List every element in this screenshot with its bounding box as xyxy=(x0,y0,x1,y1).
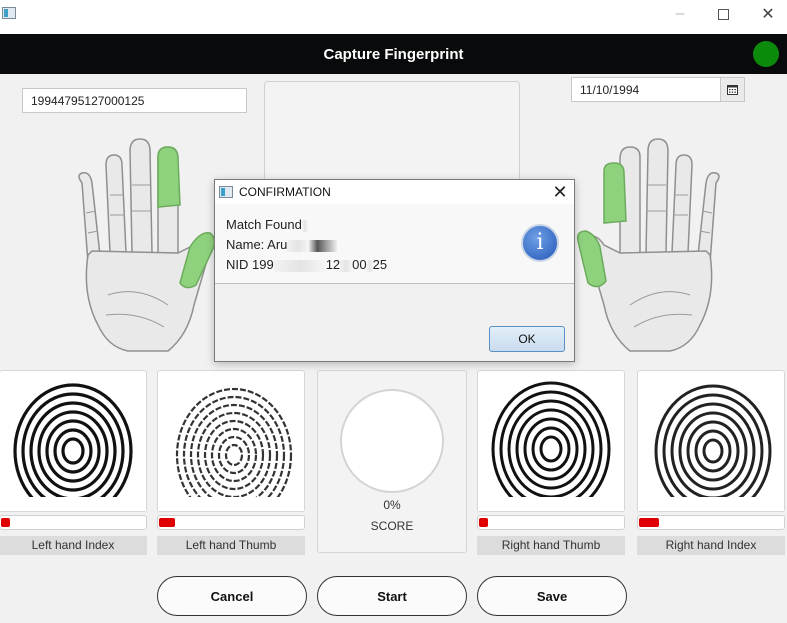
match-message-text: Match Found xyxy=(226,217,302,232)
right-hand-icon xyxy=(576,138,720,352)
score-card: 0% SCORE xyxy=(317,370,467,553)
match-nid-part: 00 xyxy=(352,257,367,272)
redacted-text xyxy=(340,259,353,272)
fingerprint-image xyxy=(158,387,304,523)
match-name: Name: Aru xyxy=(226,237,338,252)
match-message: Match Found xyxy=(226,217,308,232)
save-button[interactable]: Save xyxy=(477,576,627,616)
finger-label-right-index: Right hand Index xyxy=(637,536,785,555)
calendar-icon xyxy=(727,84,738,95)
match-nid-part: 25 xyxy=(372,257,388,272)
fingerprint-card-right-thumb[interactable] xyxy=(477,370,625,517)
score-gauge xyxy=(340,389,444,493)
redacted-text xyxy=(309,239,338,252)
finger-label-left-index: Left hand Index xyxy=(0,536,147,555)
cancel-button[interactable]: Cancel xyxy=(157,576,307,616)
quality-bar-right-thumb xyxy=(477,515,625,530)
quality-fill xyxy=(639,518,659,527)
page-title: Capture Fingerprint xyxy=(323,46,464,63)
quality-bar-right-index xyxy=(637,515,785,530)
window-titlebar: – ✕ xyxy=(0,0,787,34)
quality-fill xyxy=(1,518,10,527)
match-nid-part: 12 xyxy=(325,257,341,272)
calendar-button[interactable] xyxy=(720,77,745,102)
quality-fill xyxy=(479,518,488,527)
finger-label-right-thumb: Right hand Thumb xyxy=(477,536,625,555)
fingerprint-card-left-index[interactable] xyxy=(0,370,147,519)
match-name-text: Name: Aru xyxy=(226,237,288,252)
dialog-titlebar: CONFIRMATION ✕ xyxy=(215,180,574,204)
score-label: SCORE xyxy=(370,519,414,533)
date-field[interactable] xyxy=(571,77,721,102)
redacted-text xyxy=(287,239,310,252)
app-icon xyxy=(219,186,233,198)
confirmation-dialog: CONFIRMATION ✕ Match Found Name: Aru NID… xyxy=(214,179,575,362)
left-hand-icon xyxy=(78,138,216,352)
fingerprint-image xyxy=(638,384,784,518)
device-status-indicator xyxy=(753,41,779,67)
fingerprint-image xyxy=(0,383,146,519)
match-nid: NID 199 12 00 25 xyxy=(226,257,387,272)
quality-bar-left-thumb xyxy=(157,515,305,530)
quality-bar-left-index xyxy=(0,515,147,530)
app-icon xyxy=(2,7,16,19)
maximize-button[interactable] xyxy=(701,2,745,26)
close-window-button[interactable]: ✕ xyxy=(746,2,787,26)
redacted-text xyxy=(273,259,326,272)
ok-button[interactable]: OK xyxy=(489,326,565,352)
fingerprint-card-left-thumb[interactable] xyxy=(157,370,305,523)
dialog-body: Match Found Name: Aru NID 199 12 00 25 i xyxy=(215,204,574,284)
fingerprint-card-right-index[interactable] xyxy=(637,370,785,518)
score-value: 0% xyxy=(383,498,401,512)
minimize-button[interactable]: – xyxy=(658,2,702,26)
info-icon: i xyxy=(521,224,559,262)
fingerprint-image xyxy=(478,381,624,517)
dialog-close-button[interactable]: ✕ xyxy=(549,181,571,203)
start-button[interactable]: Start xyxy=(317,576,467,616)
nid-input[interactable] xyxy=(22,88,247,113)
maximize-icon xyxy=(717,8,729,20)
redacted-text xyxy=(301,219,308,232)
dialog-title: CONFIRMATION xyxy=(239,185,331,199)
app-header: Capture Fingerprint xyxy=(0,34,787,74)
quality-fill xyxy=(159,518,175,527)
finger-label-left-thumb: Left hand Thumb xyxy=(157,536,305,555)
match-nid-prefix: NID 199 xyxy=(226,257,274,272)
